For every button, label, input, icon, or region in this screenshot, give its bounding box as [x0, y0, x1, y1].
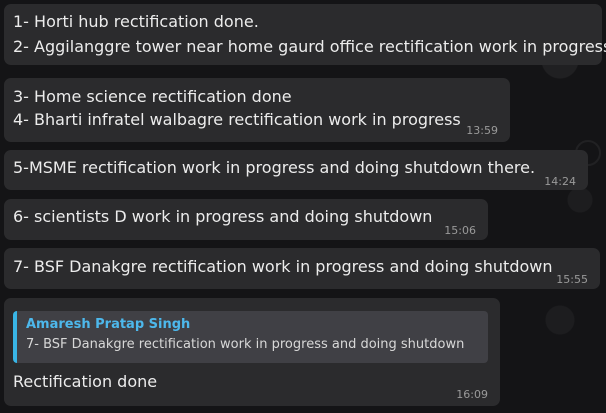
message-text-line: 4- Bharti infratel walbagre rectificatio…: [13, 110, 461, 129]
message-timestamp: 14:24: [544, 175, 576, 188]
message-timestamp: 15:55: [556, 273, 588, 286]
message-bubble[interactable]: 7- BSF Danakgre rectification work in pr…: [4, 248, 600, 289]
message-bubble[interactable]: 5-MSME rectification work in progress an…: [4, 150, 588, 190]
chat-area: 1- Horti hub rectification done. 2- Aggi…: [0, 0, 606, 413]
message-text-line: 2- Aggilanggre tower near home gaurd off…: [13, 37, 606, 56]
message-timestamp: 15:06: [444, 224, 476, 237]
message-timestamp: 16:09: [456, 388, 488, 401]
message-text-line: 6- scientists D work in progress and doi…: [13, 207, 433, 226]
message-text-line: 7- BSF Danakgre rectification work in pr…: [13, 257, 553, 276]
message-bubble[interactable]: 3- Home science rectification done 4- Bh…: [4, 78, 510, 142]
message-text-line: 3- Home science rectification done: [13, 87, 292, 106]
quoted-reply[interactable]: Amaresh Pratap Singh 7- BSF Danakgre rec…: [13, 311, 488, 363]
message-text-line: Rectification done: [13, 372, 158, 391]
message-bubble[interactable]: 1- Horti hub rectification done. 2- Aggi…: [4, 4, 606, 65]
message-text-line: 1- Horti hub rectification done.: [13, 12, 259, 31]
quoted-reply-text: 7- BSF Danakgre rectification work in pr…: [26, 337, 465, 352]
quoted-reply-author: Amaresh Pratap Singh: [26, 317, 191, 332]
message-bubble[interactable]: 6- scientists D work in progress and doi…: [4, 199, 488, 240]
message-timestamp: 13:59: [466, 124, 498, 137]
message-bubble[interactable]: Amaresh Pratap Singh 7- BSF Danakgre rec…: [4, 298, 500, 406]
message-text-line: 5-MSME rectification work in progress an…: [13, 158, 536, 177]
